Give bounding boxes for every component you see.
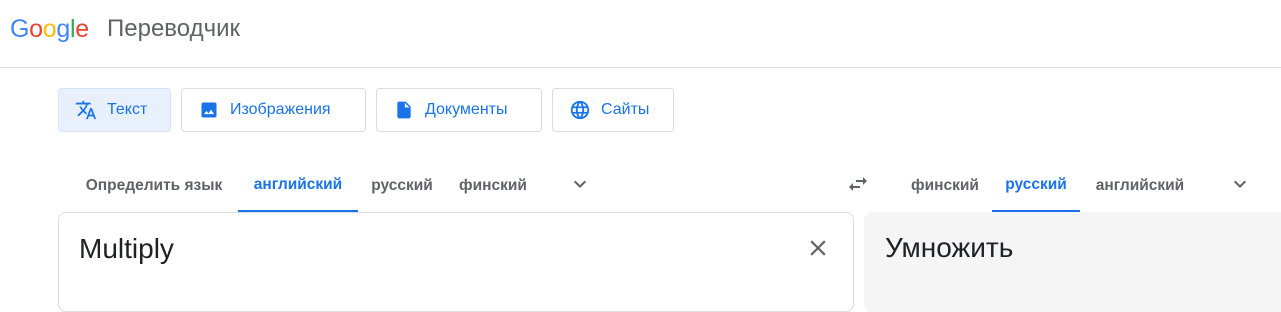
source-text[interactable]: Multiply: [79, 233, 174, 265]
target-more-languages-chevron-down-icon[interactable]: [1228, 172, 1252, 196]
target-tab-finnish[interactable]: финский: [898, 160, 992, 212]
mode-sites-button[interactable]: Сайты: [552, 88, 674, 132]
swap-languages-icon[interactable]: [845, 172, 871, 196]
target-tab-russian[interactable]: русский: [992, 160, 1080, 212]
image-icon: [198, 99, 220, 121]
source-more-languages-chevron-down-icon[interactable]: [568, 172, 592, 196]
source-text-area[interactable]: Multiply: [58, 212, 854, 312]
logo-letter: o: [29, 15, 43, 43]
translation-output-area: Умножить: [864, 212, 1281, 312]
logo-letter: e: [75, 15, 89, 43]
globe-icon: [569, 99, 591, 121]
app-header: Google Переводчик: [0, 0, 1281, 68]
mode-images-button[interactable]: Изображения: [181, 88, 366, 132]
mode-text-button[interactable]: Текст: [58, 88, 171, 132]
logo-letter: G: [10, 15, 30, 43]
translate-icon: [75, 99, 97, 121]
translation-text: Умножить: [885, 232, 1014, 263]
logo-letter: g: [56, 15, 70, 43]
source-tab-finnish[interactable]: финский: [446, 160, 540, 212]
target-tab-english[interactable]: английский: [1080, 160, 1200, 212]
mode-label: Изображения: [230, 101, 331, 118]
mode-label: Сайты: [601, 101, 650, 118]
document-icon: [393, 99, 415, 121]
source-tab-english[interactable]: английский: [238, 160, 358, 212]
mode-label: Текст: [107, 101, 148, 118]
detect-language-tab[interactable]: Определить язык: [70, 160, 238, 212]
google-logo[interactable]: Google: [10, 14, 89, 44]
clear-source-close-icon[interactable]: [805, 235, 831, 261]
product-name[interactable]: Переводчик: [107, 14, 240, 44]
mode-documents-button[interactable]: Документы: [376, 88, 542, 132]
source-tab-russian[interactable]: русский: [358, 160, 446, 212]
logo-letter: o: [42, 15, 57, 43]
mode-label: Документы: [425, 101, 508, 118]
